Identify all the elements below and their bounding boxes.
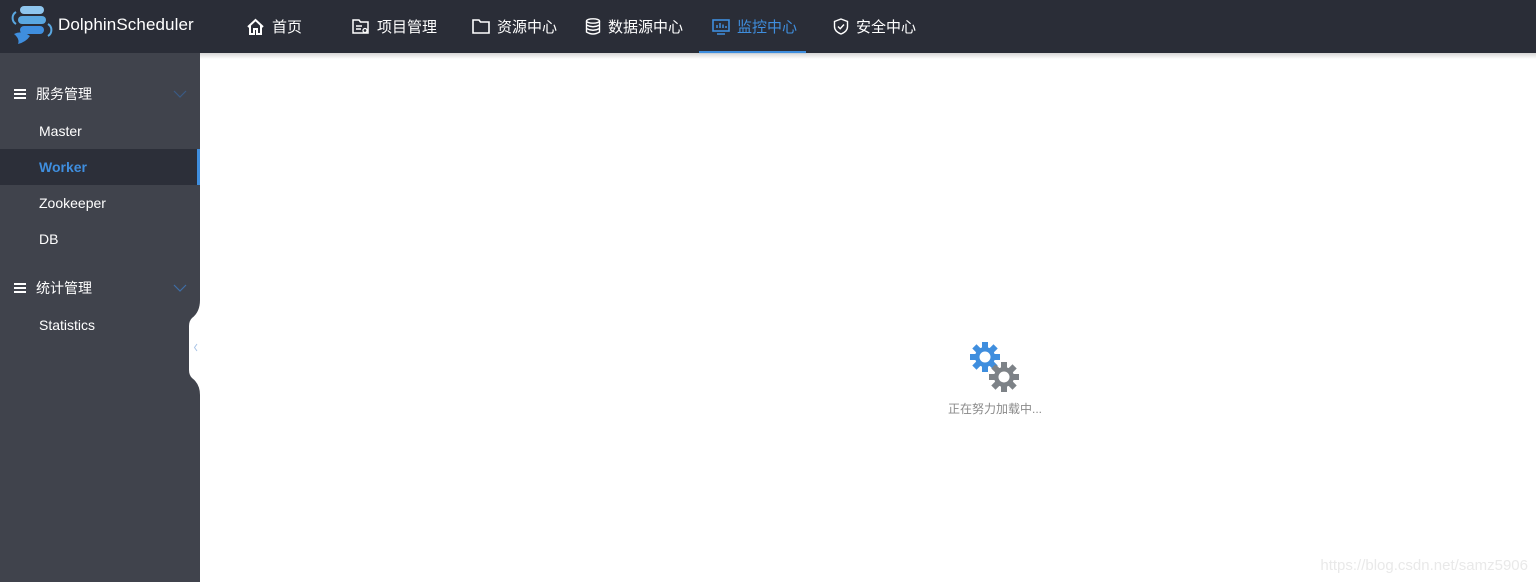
header-shadow: [200, 53, 1536, 59]
nav-monitor[interactable]: 监控中心: [712, 0, 797, 53]
sidebar-item-label: Master: [39, 123, 82, 139]
nav-datasource[interactable]: 数据源中心: [585, 0, 683, 53]
sidebar-collapse-handle[interactable]: [189, 300, 203, 395]
app-title: DolphinScheduler: [58, 15, 194, 34]
sidebar-group-service-management[interactable]: 服务管理: [0, 76, 200, 112]
home-icon: [247, 18, 264, 35]
sidebar-item-worker[interactable]: Worker: [0, 149, 200, 185]
nav-label: 监控中心: [737, 19, 798, 36]
watermark: https://blog.csdn.net/samz5906: [1320, 557, 1528, 574]
logo[interactable]: DolphinScheduler: [8, 4, 194, 46]
database-icon: [585, 18, 601, 35]
sidebar-item-label: Statistics: [39, 317, 96, 333]
nav-label: 安全中心: [856, 19, 917, 36]
nav-label: 项目管理: [377, 19, 438, 36]
menu-icon: [14, 283, 26, 293]
nav-projects[interactable]: 项目管理: [352, 0, 437, 53]
sidebar-group-label: 服务管理: [36, 86, 92, 102]
sidebar: 服务管理 Master Worker Zookeeper DB 统计管理 Sta…: [0, 53, 200, 582]
shield-icon: [833, 18, 849, 35]
chevron-down-icon[interactable]: [173, 90, 187, 98]
sidebar-group-statistics-management[interactable]: 统计管理: [0, 270, 200, 306]
nav-home[interactable]: 首页: [246, 0, 302, 53]
monitor-icon: [712, 18, 730, 35]
folder-icon: [472, 19, 490, 34]
sidebar-item-zookeeper[interactable]: Zookeeper: [0, 185, 200, 221]
nav-label: 数据源中心: [608, 19, 684, 36]
sidebar-item-label: DB: [39, 231, 59, 247]
gears-loading-icon: [970, 342, 1019, 392]
sidebar-item-statistics[interactable]: Statistics: [0, 307, 200, 343]
nav-label: 资源中心: [497, 19, 558, 36]
sidebar-group-label: 统计管理: [36, 280, 92, 296]
nav-resources[interactable]: 资源中心: [472, 0, 557, 53]
nav-label: 首页: [272, 19, 303, 36]
sidebar-item-master[interactable]: Master: [0, 113, 200, 149]
sidebar-item-db[interactable]: DB: [0, 221, 200, 257]
sidebar-item-label: Worker: [39, 159, 87, 175]
dolphin-logo-icon: [11, 6, 53, 44]
chevron-down-icon[interactable]: [173, 284, 187, 292]
menu-icon: [14, 89, 26, 99]
sidebar-item-label: Zookeeper: [39, 195, 106, 211]
loading-indicator: 正在努力加载中...: [930, 340, 1060, 417]
loading-text: 正在努力加载中...: [947, 402, 1042, 416]
project-icon: [352, 18, 369, 34]
top-navbar: DolphinScheduler 首页 项目管理 资源中心 数据源中心 监控中心…: [0, 0, 1536, 54]
nav-security[interactable]: 安全中心: [833, 0, 916, 53]
